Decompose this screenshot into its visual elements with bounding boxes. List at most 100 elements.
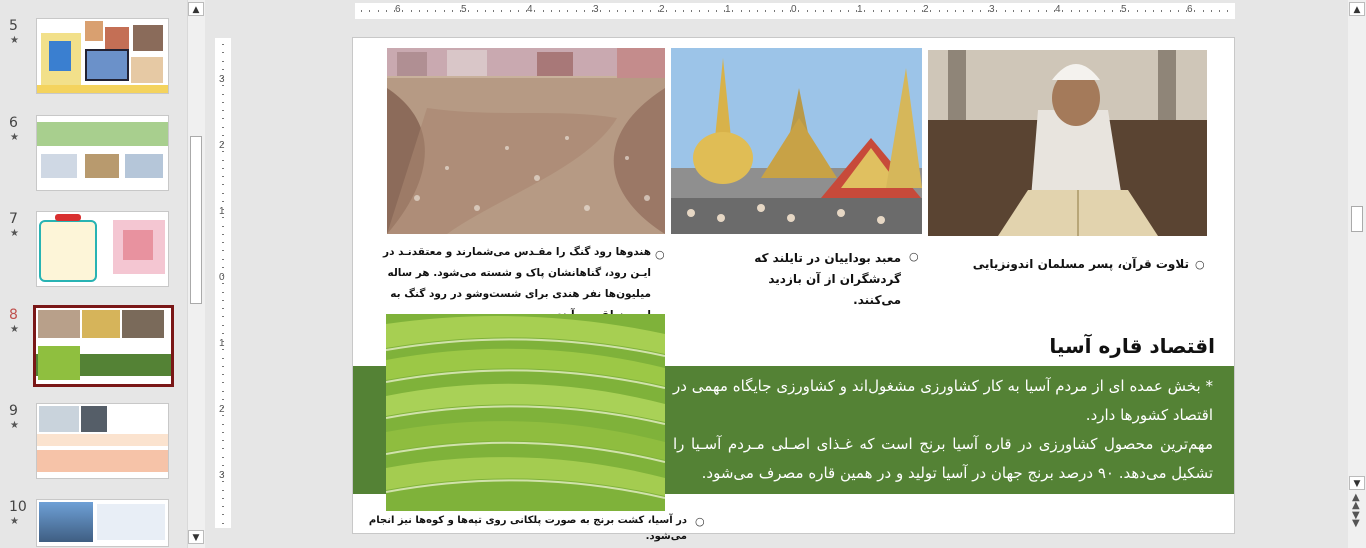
ruler-tick [715,10,717,12]
ruler-tick [435,10,437,12]
ruler-tick [443,10,445,12]
ganges-photo[interactable] [387,48,665,234]
ruler-tick [699,10,701,12]
slide-thumbnail[interactable] [36,211,169,287]
slide-number: 10 [9,499,27,515]
thailand-caption[interactable]: معبد بوداییان در تایلند که گردشگران از آ… [751,248,901,311]
ruler-tick [930,10,932,12]
editor-scrollbar[interactable]: ▲ ▼ ▲ ▲ ▼ ▼ [1348,0,1366,548]
ruler-tick [222,85,224,87]
slide-thumbnail[interactable] [36,18,169,94]
scroll-down-icon[interactable]: ▼ [188,530,204,544]
ruler-tick [222,365,224,367]
rice-terraces-photo[interactable] [386,314,665,511]
slide-thumbnail[interactable] [36,403,169,479]
ruler-label: 2 [219,140,225,151]
ruler-label: 1 [857,4,863,15]
ruler-tick [222,60,224,62]
scrollbar-thumb[interactable] [1351,206,1363,232]
ruler-label: 5 [1121,4,1127,15]
animation-star-icon: ★ [10,516,19,527]
next-slide-icon[interactable]: ▼ ▼ [1352,511,1360,529]
vertical-ruler: 3 2 1 0 1 2 3 [215,38,231,528]
slide-thumbnail-pane: 5 ★ 6 ★ 7 ★ 8 ★ 9 ★ 10 ★ [0,0,186,548]
scrollbar-thumb[interactable] [190,136,202,304]
ruler-label: 5 [461,4,467,15]
ruler-tick [988,10,989,12]
ruler-tick [757,10,758,12]
slide-number: 5 [9,18,18,34]
ruler-tick [1095,10,1097,12]
ruler-tick [222,68,224,70]
economy-paragraph: * بخش عمده ای از مردم آسیا به کار کشاورز… [673,377,1213,424]
ruler-tick [1078,10,1080,12]
animation-star-icon: ★ [10,35,19,46]
ruler-label: 3 [593,4,599,15]
animation-star-icon: ★ [10,228,19,239]
ruler-tick [1136,10,1138,12]
ruler-tick [1177,10,1179,12]
economy-paragraph: مهم‌ترین محصول کشاورزی در قاره آسیا برنج… [673,435,1213,482]
thai-temple-photo[interactable] [671,48,922,234]
ruler-tick [222,44,224,45]
ruler-tick [1202,10,1204,12]
ruler-tick [222,217,224,219]
ruler-tick [222,143,224,144]
horizontal-ruler: 6 5 4 3 2 1 0 1 2 3 4 5 6 [355,3,1235,19]
ruler-tick [1087,10,1088,12]
ruler-tick [222,415,224,417]
ruler-tick [765,10,767,12]
ruler-tick [222,316,224,318]
quran-reading-photo[interactable] [928,50,1207,236]
ruler-tick [1186,10,1187,12]
ruler-tick [649,10,651,12]
ruler-label: 2 [659,4,665,15]
ruler-label: 3 [219,470,225,481]
slide-thumbnail[interactable] [36,115,169,191]
ruler-tick [222,514,224,516]
ruler-tick [1012,10,1014,12]
ruler-tick [222,506,224,507]
ruler-tick [402,10,404,12]
ruler-tick [616,10,618,12]
quran-caption[interactable]: تلاوت قرآن، پسر مسلمان اندونزیایی [953,254,1189,275]
ruler-tick [1194,10,1196,12]
ruler-tick [222,440,224,441]
ruler-tick [872,10,874,12]
ruler-tick [946,10,948,12]
ruler-tick [222,200,224,202]
ruler-tick [222,233,224,235]
ruler-tick [222,225,224,227]
slide-canvas[interactable]: ○ هندوها رود گنگ را مقـدس می‌شمارند و مع… [352,37,1235,542]
ruler-tick [583,10,585,12]
ruler-tick [222,77,224,78]
economy-body-text[interactable]: * بخش عمده ای از مردم آسیا به کار کشاورز… [673,372,1213,488]
ruler-tick [1037,10,1039,12]
scroll-down-icon[interactable]: ▼ [1349,476,1365,490]
economy-title[interactable]: اقتصاد قاره آسیا [1049,334,1215,358]
ruler-tick [831,10,833,12]
ruler-tick [1021,10,1022,12]
slide-thumbnail[interactable] [36,499,169,547]
ruler-tick [897,10,899,12]
ruler-tick [222,489,224,491]
previous-slide-icon[interactable]: ▲ ▲ [1352,493,1360,511]
ruler-tick [222,209,224,210]
ruler-tick [625,10,626,12]
ruler-tick [222,332,224,334]
scroll-up-icon[interactable]: ▲ [188,2,204,16]
ruler-tick [1054,10,1055,12]
slide-thumbnail-selected[interactable] [33,305,174,387]
ruler-tick [889,10,890,12]
ruler-tick [222,398,224,400]
slide-number: 6 [9,115,18,131]
ruler-tick [682,10,684,12]
ruler-tick [600,10,602,12]
scroll-up-icon[interactable]: ▲ [1349,2,1365,16]
thumbnail-scrollbar[interactable]: ▲ ▼ [187,0,205,548]
animation-star-icon: ★ [10,132,19,143]
rice-caption[interactable]: در آسیا، کشت برنج به صورت پلکانی روی تپه… [357,513,687,545]
ruler-tick [691,10,692,12]
ruler-tick [222,93,224,95]
ruler-tick [880,10,882,12]
